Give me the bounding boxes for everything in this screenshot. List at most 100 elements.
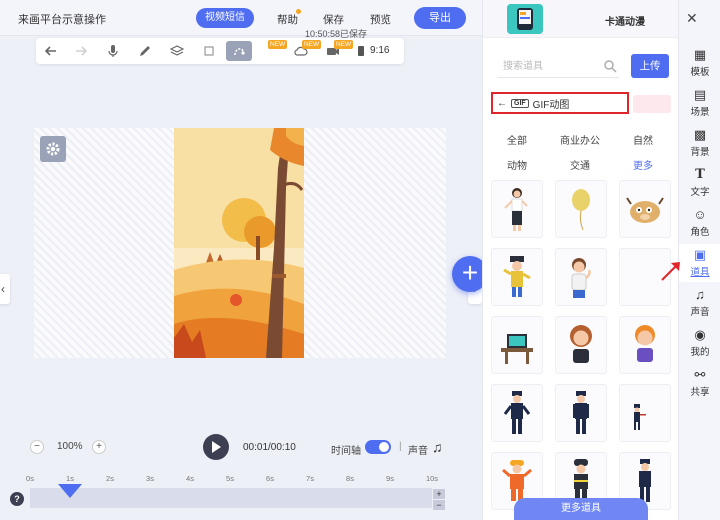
- prop-doll-costume[interactable]: [491, 248, 543, 306]
- filter-animal[interactable]: 动物: [507, 157, 527, 172]
- export-button[interactable]: 导出: [414, 7, 466, 29]
- camera-icon[interactable]: NEW: [320, 40, 354, 61]
- prop-police-2[interactable]: [555, 384, 607, 442]
- close-icon[interactable]: ✕: [686, 10, 698, 27]
- share-icon: ⚯: [694, 367, 706, 382]
- filter-transport[interactable]: 交通: [570, 157, 590, 172]
- preview-link[interactable]: 预览: [370, 12, 391, 27]
- template-icon: ▦: [693, 47, 707, 62]
- sidebar-item-label: 模板: [690, 67, 710, 78]
- sidebar-item-template[interactable]: ▦ 模板: [679, 44, 720, 82]
- save-status: 10:50:58已保存: [305, 29, 368, 39]
- top-bar: 来画平台示意操作 视频短信 帮助 保存 预览 导出: [0, 0, 482, 36]
- help-button[interactable]: ?: [10, 492, 24, 506]
- prop-woman-office[interactable]: [491, 180, 543, 238]
- canvas-area: ‹ ›: [0, 66, 482, 434]
- layers-icon[interactable]: [164, 41, 190, 61]
- ruler-tick: 6s: [266, 474, 274, 483]
- track-zoom-out-button[interactable]: −: [433, 500, 445, 510]
- play-button[interactable]: [203, 434, 229, 460]
- sidebar-item-character[interactable]: ☺ 角色: [679, 204, 720, 242]
- sidebar-item-scene[interactable]: ▤ 场景: [679, 84, 720, 122]
- more-props-button[interactable]: 更多道具: [514, 498, 648, 520]
- playhead[interactable]: [58, 484, 82, 498]
- annotation-arrow-icon: [661, 262, 680, 281]
- playback-time: 00:01/00:10: [243, 442, 296, 453]
- sidebar-item-share[interactable]: ⚯ 共享: [679, 364, 720, 402]
- scene-icon: ▤: [693, 87, 707, 102]
- sidebar-item-label: 场景: [690, 107, 710, 118]
- pen-icon[interactable]: [132, 41, 158, 61]
- new-badge: NEW: [302, 40, 322, 49]
- track-zoom-in-button[interactable]: +: [433, 489, 445, 499]
- prop-cartoon-cow[interactable]: [619, 180, 671, 238]
- timeline-track[interactable]: [30, 488, 432, 508]
- category-title: 卡通动漫: [605, 17, 645, 28]
- save-link[interactable]: 保存: [323, 12, 344, 27]
- timeline-label: 时间轴: [331, 446, 361, 457]
- sidebar-item-mine[interactable]: ◉ 我的: [679, 324, 720, 362]
- sidebar-item-props[interactable]: ▣ 道具: [679, 244, 720, 282]
- redo-icon[interactable]: [68, 41, 94, 61]
- prop-police-3[interactable]: [619, 384, 671, 442]
- zoom-in-button[interactable]: +: [92, 440, 106, 454]
- breadcrumb-label: GIF动图: [532, 99, 570, 111]
- chevron-left-icon[interactable]: ‹: [0, 274, 10, 304]
- undo-icon[interactable]: [38, 41, 64, 61]
- sidebar-item-text[interactable]: T 文字: [679, 164, 720, 202]
- sound-label: 声音: [408, 446, 428, 457]
- play-icon: [212, 441, 221, 453]
- character-icon: ☺: [693, 207, 707, 222]
- crop-icon[interactable]: [196, 41, 222, 61]
- user-icon: ◉: [694, 327, 706, 342]
- search-input[interactable]: [497, 56, 619, 78]
- prop-balloon[interactable]: [555, 180, 607, 238]
- video-mode-button[interactable]: 视频短信: [196, 8, 254, 28]
- filter-business[interactable]: 商业办公: [560, 132, 600, 147]
- ruler-tick: 7s: [306, 474, 314, 483]
- prop-boy-thinking[interactable]: [555, 248, 607, 306]
- ruler-tick: 10s: [425, 474, 439, 483]
- search-icon[interactable]: [603, 59, 617, 73]
- scene-artwork[interactable]: [174, 128, 304, 358]
- filter-nature[interactable]: 自然: [633, 132, 653, 147]
- gear-icon[interactable]: [40, 136, 66, 162]
- sidebar-item-label: 我的: [690, 347, 710, 358]
- sidebar-item-label: 共享: [690, 387, 710, 398]
- cloud-icon[interactable]: NEW: [288, 40, 322, 61]
- separator: |: [399, 441, 402, 452]
- path-animation-icon[interactable]: [226, 41, 252, 61]
- upload-button[interactable]: 上传: [631, 54, 669, 78]
- zoom-level: 100%: [57, 441, 83, 452]
- help-link[interactable]: 帮助: [277, 12, 298, 27]
- sidebar-item-background[interactable]: ▩ 背景: [679, 124, 720, 162]
- filter-all[interactable]: 全部: [507, 132, 527, 147]
- ruler-tick: 2s: [106, 474, 114, 483]
- prop-police-1[interactable]: [491, 384, 543, 442]
- ruler-tick: 5s: [226, 474, 234, 483]
- effect-icon[interactable]: NEW: [258, 40, 288, 61]
- music-icon: ♫: [695, 287, 705, 302]
- ruler-tick: 4s: [186, 474, 194, 483]
- zoom-out-button[interactable]: −: [30, 440, 44, 454]
- prop-laptop-desk[interactable]: [491, 316, 543, 374]
- ruler-tick: 0s: [26, 474, 34, 483]
- ruler-tick: 9s: [386, 474, 394, 483]
- category-thumbnail: [507, 4, 543, 34]
- timeline-toggle[interactable]: [365, 440, 391, 454]
- background-icon: ▩: [693, 127, 707, 142]
- notification-dot: [296, 9, 301, 14]
- breadcrumb[interactable]: ← GIF GIF动图: [491, 92, 629, 114]
- prop-girl-brown-hair[interactable]: [555, 316, 607, 374]
- gif-icon: GIF: [511, 98, 529, 108]
- filter-more[interactable]: 更多: [633, 157, 653, 172]
- microphone-icon[interactable]: [100, 41, 126, 61]
- aspect-ratio[interactable]: 9:16: [370, 45, 389, 56]
- music-icon[interactable]: ♫: [432, 439, 443, 455]
- sidebar-item-label: 文字: [690, 187, 710, 198]
- ruler-tick: 1s: [66, 474, 74, 483]
- sidebar-item-sound[interactable]: ♫ 声音: [679, 284, 720, 322]
- back-arrow-icon[interactable]: ←: [497, 98, 507, 109]
- prop-boy-orange-hair[interactable]: [619, 316, 671, 374]
- text-icon: T: [695, 167, 705, 182]
